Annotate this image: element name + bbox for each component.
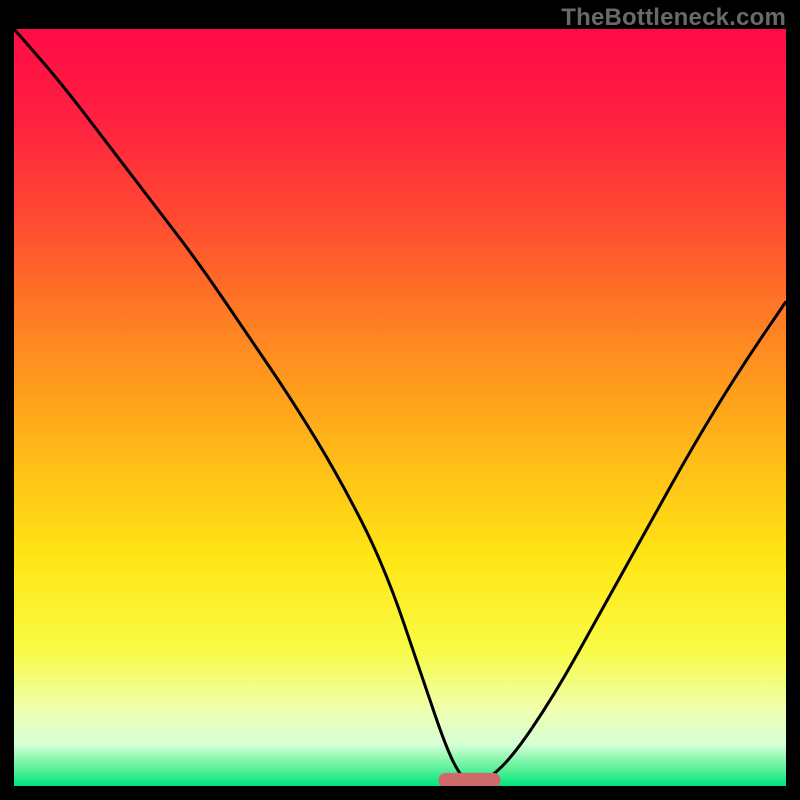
gradient-plot	[14, 29, 786, 786]
chart-svg	[14, 29, 786, 786]
optimum-marker	[439, 773, 501, 786]
chart-frame: TheBottleneck.com	[0, 0, 800, 800]
watermark-text: TheBottleneck.com	[561, 4, 786, 32]
gradient-background	[14, 29, 786, 786]
